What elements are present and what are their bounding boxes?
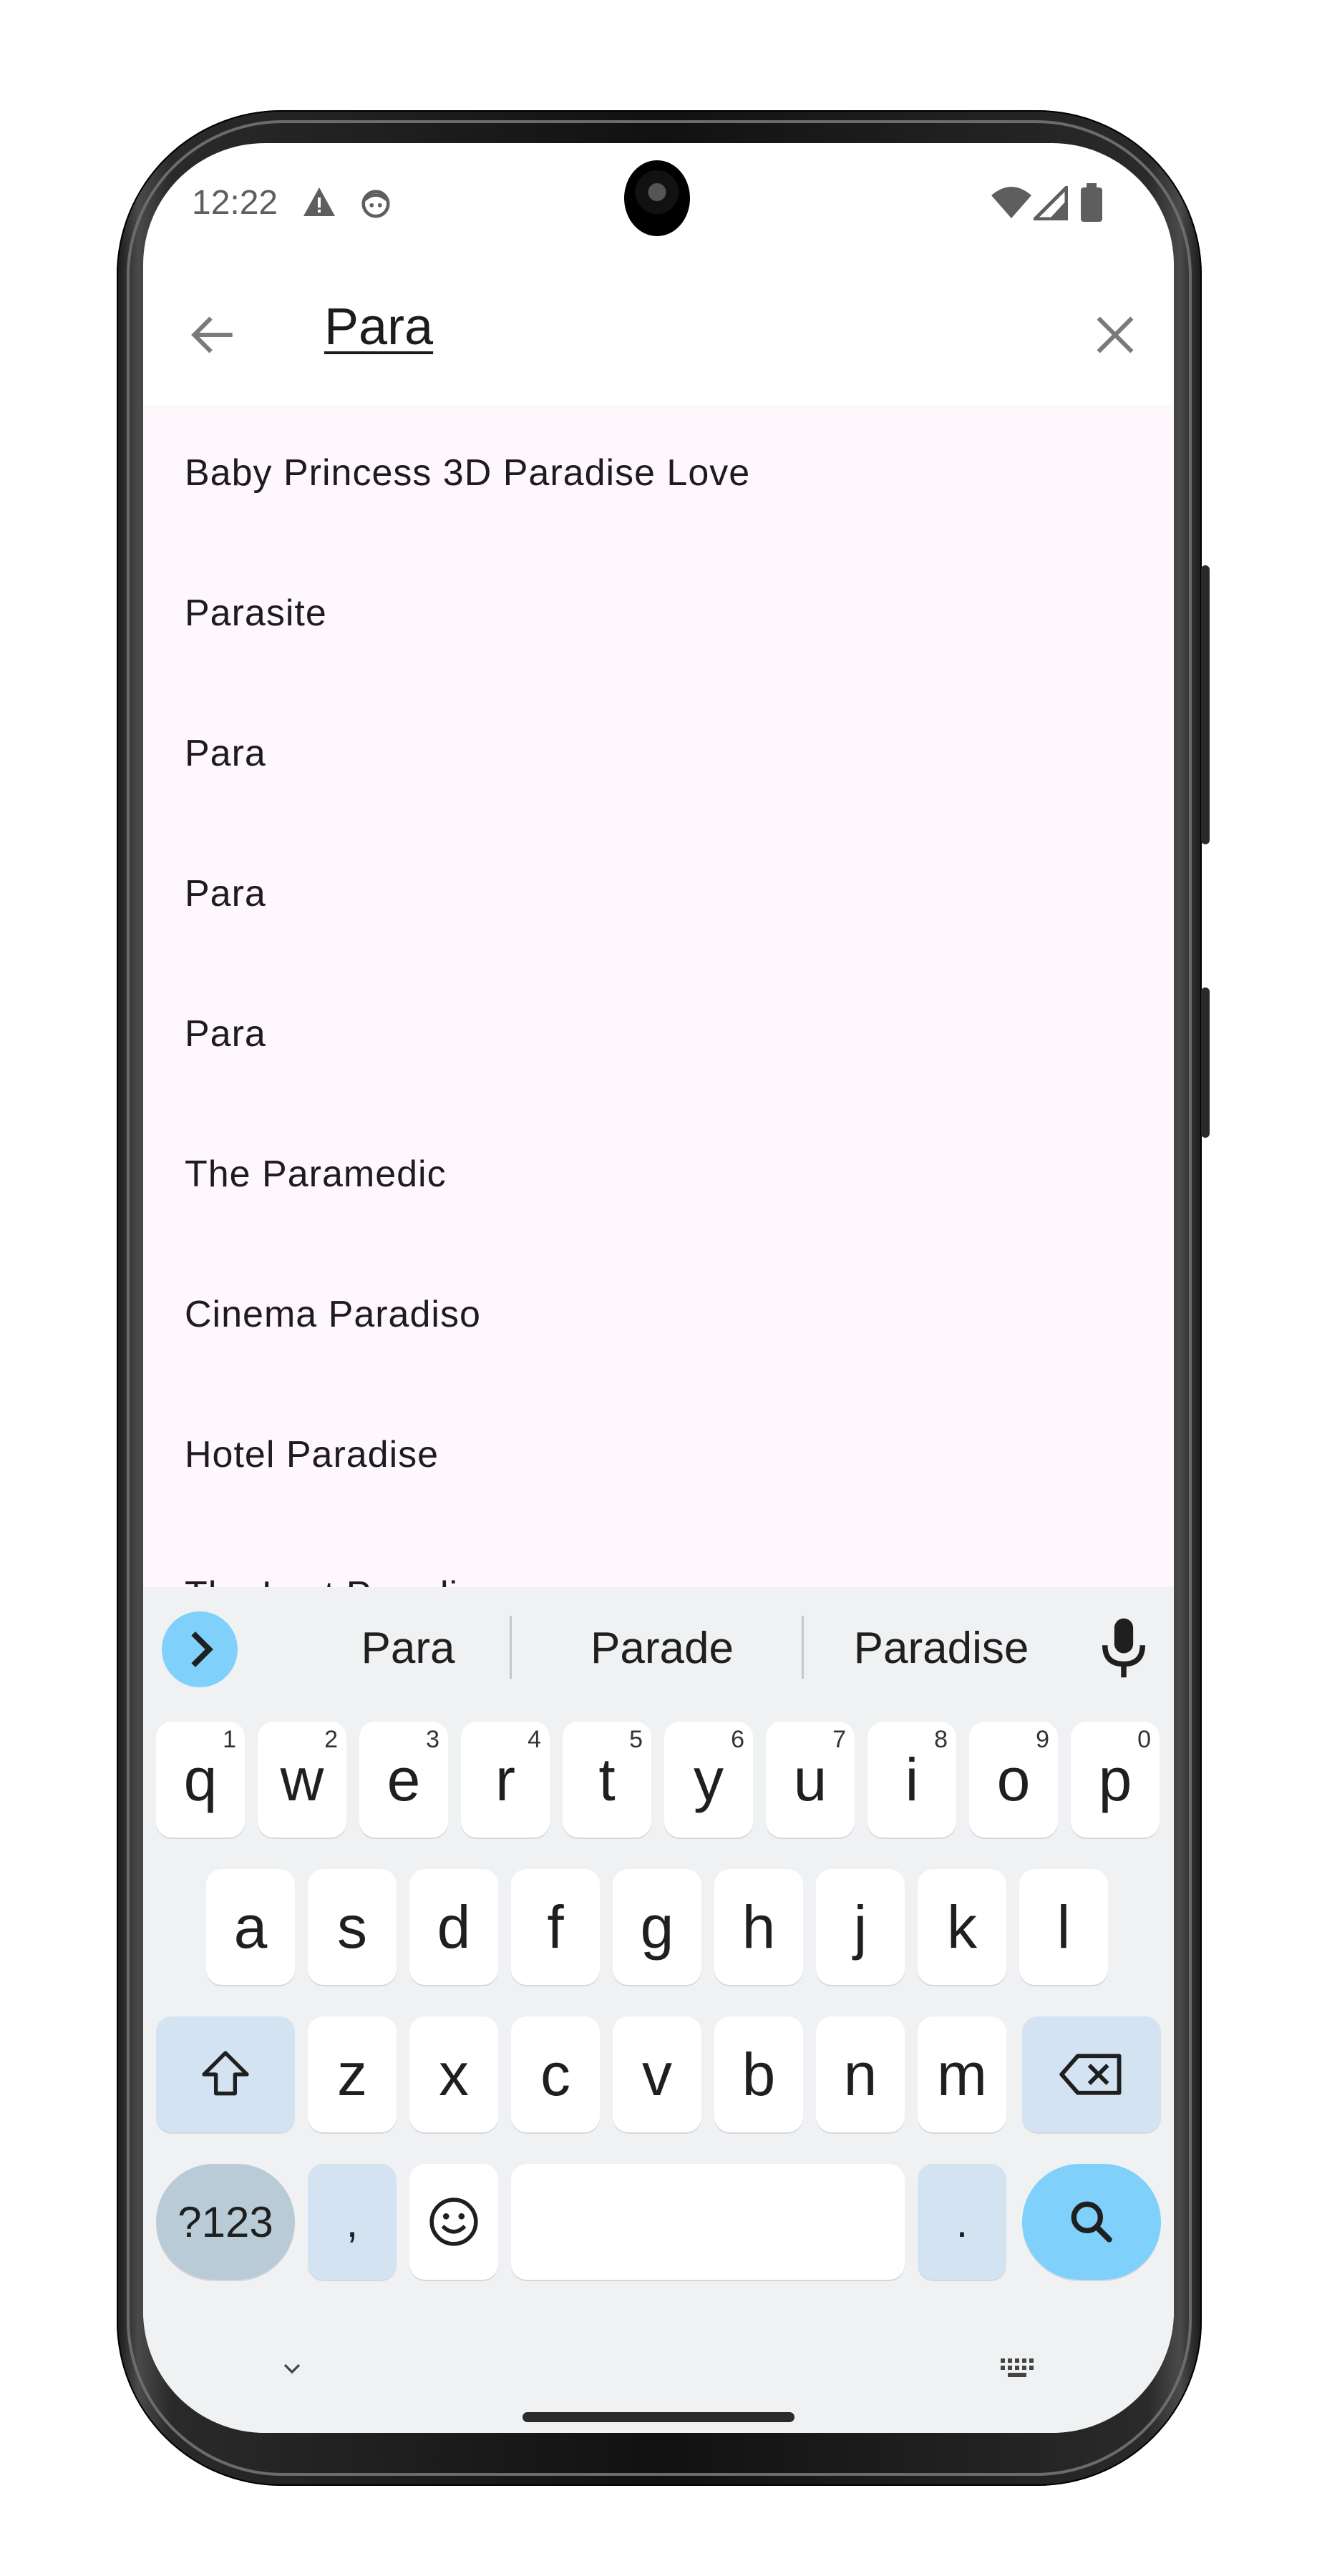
- key-hint: 3: [426, 1726, 439, 1753]
- search-icon: [1071, 2201, 1112, 2243]
- close-icon[interactable]: [1087, 306, 1144, 364]
- key-label: w: [280, 1745, 324, 1813]
- suggestion-divider: [510, 1616, 512, 1679]
- key-k[interactable]: k: [918, 1869, 1006, 1985]
- key-label: p: [1098, 1745, 1132, 1813]
- key-p[interactable]: p0: [1071, 1722, 1160, 1838]
- warning-icon: [303, 187, 335, 216]
- key-o[interactable]: o9: [969, 1722, 1058, 1838]
- key-hint: 4: [528, 1726, 541, 1753]
- key-hint: 8: [934, 1726, 948, 1753]
- key-label: r: [495, 1745, 515, 1813]
- key-n[interactable]: n: [816, 2016, 905, 2132]
- on-screen-keyboard: Para Parade Paradise q1 w2 e3 r4 t5 y6 u…: [143, 1587, 1174, 2433]
- suggestion-strip: Para Parade Paradise: [143, 1587, 1174, 1709]
- wifi-icon: [991, 187, 1031, 218]
- backspace-key[interactable]: [1022, 2016, 1161, 2132]
- list-item[interactable]: Parasite: [185, 592, 327, 635]
- screen: 12:22 Para Baby Princess 3D Paradise Lov…: [143, 143, 1174, 2433]
- key-c[interactable]: c: [511, 2016, 600, 2132]
- key-label: t: [598, 1745, 616, 1813]
- search-results-list: Baby Princess 3D Paradise Love Parasite …: [143, 405, 1174, 1733]
- chevron-right-icon: [191, 1631, 213, 1667]
- comma-key[interactable]: ,: [308, 2164, 397, 2280]
- search-header: Para: [143, 265, 1174, 405]
- key-t[interactable]: t5: [563, 1722, 651, 1838]
- search-key[interactable]: [1022, 2164, 1161, 2280]
- shift-icon: [202, 2051, 249, 2096]
- status-time: 12:22: [192, 184, 278, 222]
- key-label: y: [694, 1745, 724, 1813]
- key-hint: 2: [324, 1726, 338, 1753]
- home-indicator[interactable]: [523, 2412, 794, 2422]
- volume-button: [1201, 565, 1210, 844]
- suggestion-item[interactable]: Para: [272, 1623, 544, 1674]
- emoji-key[interactable]: [409, 2164, 498, 2280]
- list-item[interactable]: Cinema Paradiso: [185, 1293, 481, 1336]
- period-key[interactable]: .: [918, 2164, 1006, 2280]
- android-face-icon: [361, 190, 390, 218]
- list-item[interactable]: Para: [185, 1013, 266, 1055]
- front-camera: [624, 160, 690, 236]
- shift-key[interactable]: [156, 2016, 295, 2132]
- key-hint: 7: [832, 1726, 846, 1753]
- space-key[interactable]: [511, 2164, 905, 2280]
- expand-toolbar-button[interactable]: [162, 1611, 238, 1687]
- backspace-icon: [1059, 2054, 1122, 2095]
- key-v[interactable]: v: [613, 2016, 701, 2132]
- key-r[interactable]: r4: [461, 1722, 550, 1838]
- suggestion-item[interactable]: Paradise: [805, 1623, 1077, 1674]
- key-m[interactable]: m: [918, 2016, 1006, 2132]
- key-hint: 0: [1137, 1726, 1151, 1753]
- key-f[interactable]: f: [511, 1869, 600, 1985]
- key-b[interactable]: b: [714, 2016, 803, 2132]
- key-hint: 1: [223, 1726, 236, 1753]
- symbols-key[interactable]: ?123: [156, 2164, 295, 2280]
- key-q[interactable]: q1: [156, 1722, 245, 1838]
- key-w[interactable]: w2: [258, 1722, 346, 1838]
- key-s[interactable]: s: [308, 1869, 397, 1985]
- key-j[interactable]: j: [816, 1869, 905, 1985]
- list-item[interactable]: Para: [185, 872, 266, 915]
- key-i[interactable]: i8: [868, 1722, 956, 1838]
- key-l[interactable]: l: [1019, 1869, 1108, 1985]
- key-x[interactable]: x: [409, 2016, 498, 2132]
- key-label: u: [793, 1745, 827, 1813]
- key-hint: 5: [629, 1726, 643, 1753]
- key-label: o: [996, 1745, 1031, 1813]
- suggestion-divider: [802, 1616, 804, 1679]
- key-label: i: [905, 1745, 919, 1813]
- list-item[interactable]: Para: [185, 732, 266, 775]
- emoji-icon: [429, 2197, 478, 2246]
- key-z[interactable]: z: [308, 2016, 397, 2132]
- key-g[interactable]: g: [613, 1869, 701, 1985]
- back-arrow-icon[interactable]: [185, 306, 242, 364]
- search-input[interactable]: Para: [324, 298, 433, 356]
- keyboard-icon[interactable]: [999, 2356, 1039, 2381]
- key-e[interactable]: e3: [359, 1722, 448, 1838]
- key-hint: 6: [731, 1726, 744, 1753]
- power-button: [1201, 987, 1210, 1138]
- chevron-down-icon[interactable]: [278, 2354, 306, 2383]
- suggestion-item[interactable]: Parade: [526, 1623, 798, 1674]
- key-a[interactable]: a: [206, 1869, 295, 1985]
- list-item[interactable]: Baby Princess 3D Paradise Love: [185, 452, 750, 494]
- list-item[interactable]: The Paramedic: [185, 1153, 447, 1196]
- key-u[interactable]: u7: [766, 1722, 855, 1838]
- list-item[interactable]: Hotel Paradise: [185, 1433, 439, 1476]
- mic-icon[interactable]: [1095, 1616, 1152, 1680]
- key-hint: 9: [1036, 1726, 1049, 1753]
- key-label: e: [387, 1745, 421, 1813]
- signal-icon: [1034, 186, 1068, 220]
- key-h[interactable]: h: [714, 1869, 803, 1985]
- battery-icon: [1081, 183, 1102, 222]
- key-d[interactable]: d: [409, 1869, 498, 1985]
- key-y[interactable]: y6: [664, 1722, 753, 1838]
- status-bar: 12:22: [143, 143, 1174, 265]
- key-label: q: [183, 1745, 218, 1813]
